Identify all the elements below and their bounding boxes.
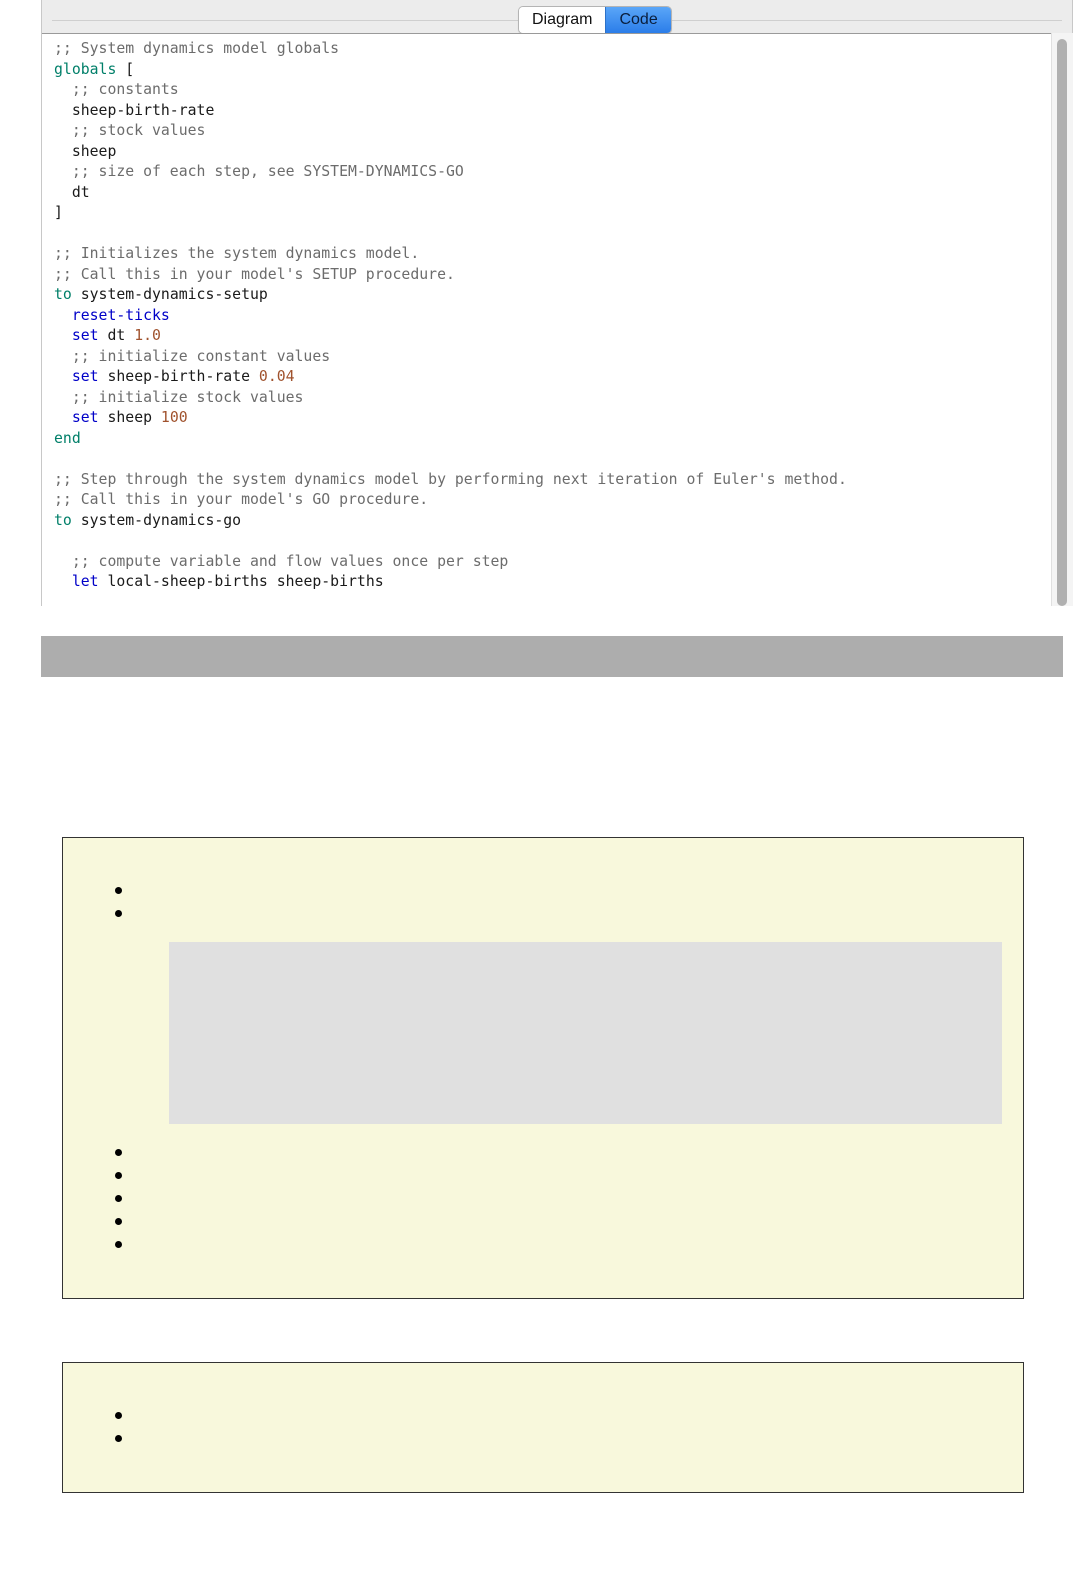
code-token-plain: local-sheep-births sheep-births — [98, 573, 384, 590]
list-item — [115, 1172, 122, 1179]
code-token-comment: ;; stock values — [54, 122, 206, 139]
code-line: ;; compute variable and flow values once… — [54, 552, 1051, 573]
list-item — [115, 1149, 122, 1156]
code-token-plain: ] — [54, 204, 63, 221]
code-token-command: set — [71, 368, 99, 385]
code-token-comment: ;; Call this in your model's SETUP proce… — [54, 265, 455, 283]
code-token-keyword: globals — [54, 60, 117, 78]
code-token-command: reset-ticks — [71, 306, 170, 324]
code-token-comment: ;; initialize stock values — [54, 388, 304, 406]
code-token-comment: ;; initialize constant values — [54, 347, 331, 365]
code-line: end — [54, 429, 1051, 450]
code-line: set sheep-birth-rate 0.04 — [54, 367, 1051, 388]
list-item — [115, 887, 122, 894]
list-item — [115, 1412, 122, 1419]
code-line: ;; initialize stock values — [54, 388, 1051, 409]
code-token-plain: sheep — [98, 409, 161, 426]
code-token-command: let — [71, 573, 99, 590]
code-editor-window: Diagram Code ;; System dynamics model gl… — [41, 0, 1073, 607]
code-line: ;; stock values — [54, 121, 1051, 142]
code-block-placeholder — [169, 942, 1002, 1124]
code-line: ;; System dynamics model globals — [54, 39, 1051, 60]
list-item — [115, 1195, 122, 1202]
code-line: ;; Step through the system dynamics mode… — [54, 470, 1051, 491]
code-line: ;; constants — [54, 80, 1051, 101]
code-token-number: 100 — [160, 409, 188, 426]
scrollbar-thumb[interactable] — [1057, 39, 1067, 606]
code-line: set sheep 100 — [54, 408, 1051, 429]
code-token-number: 0.04 — [258, 368, 295, 385]
code-line: ;; Initializes the system dynamics model… — [54, 244, 1051, 265]
code-token-command: set — [71, 327, 99, 344]
code-line: sheep-birth-rate — [54, 101, 1051, 122]
code-line: ;; size of each step, see SYSTEM-DYNAMIC… — [54, 162, 1051, 183]
list-item — [115, 910, 122, 917]
code-token-plain: sheep-birth-rate — [98, 368, 259, 385]
code-token-comment: ;; Step through the system dynamics mode… — [54, 470, 847, 488]
code-token-comment: ;; Initializes the system dynamics model… — [54, 245, 420, 262]
code-token-comment: ;; size of each step, see SYSTEM-DYNAMIC… — [54, 163, 464, 180]
vertical-scrollbar[interactable] — [1051, 33, 1073, 606]
note-box-secondary — [62, 1362, 1024, 1493]
code-token-plain: dt — [54, 183, 90, 201]
code-line: dt — [54, 183, 1051, 204]
tab-diagram[interactable]: Diagram — [519, 7, 606, 33]
tab-code[interactable]: Code — [605, 7, 671, 33]
code-token-plain: [ — [116, 60, 135, 78]
code-token-plain: sheep — [54, 142, 117, 160]
code-line: to system-dynamics-setup — [54, 285, 1051, 306]
view-tab-switcher: Diagram Code — [518, 6, 672, 34]
code-token-plain: system-dynamics-go — [71, 511, 242, 529]
code-token-comment: ;; Call this in your model's GO procedur… — [54, 491, 429, 508]
code-line: reset-ticks — [54, 306, 1051, 327]
code-line: ;; Call this in your model's GO procedur… — [54, 490, 1051, 511]
code-line: to system-dynamics-go — [54, 511, 1051, 532]
code-line: ] — [54, 203, 1051, 224]
code-line: let local-sheep-births sheep-births — [54, 572, 1051, 593]
code-token-command: set — [71, 409, 99, 426]
code-content: ;; System dynamics model globals globals … — [42, 34, 1051, 593]
note-box-primary — [62, 837, 1024, 1299]
list-item — [115, 1218, 122, 1225]
gray-header-bar — [41, 636, 1063, 677]
code-token-keyword: end — [54, 429, 81, 447]
code-text-area[interactable]: ;; System dynamics model globals globals … — [42, 33, 1051, 607]
code-token-comment: ;; compute variable and flow values once… — [54, 552, 509, 570]
code-line: ;; initialize constant values — [54, 347, 1051, 368]
code-token-keyword: to — [54, 511, 72, 529]
code-token-plain: system-dynamics-setup — [71, 286, 268, 303]
code-token-plain: dt — [98, 327, 135, 344]
code-token-comment: ;; System dynamics model globals — [54, 40, 340, 57]
code-line: set dt 1.0 — [54, 326, 1051, 347]
code-token-plain: sheep-birth-rate — [54, 101, 215, 119]
list-item — [115, 1241, 122, 1248]
code-line: ;; Call this in your model's SETUP proce… — [54, 265, 1051, 286]
code-line: globals [ — [54, 60, 1051, 81]
code-token-comment: ;; constants — [54, 81, 179, 98]
list-item — [115, 1435, 122, 1442]
code-line: sheep — [54, 142, 1051, 163]
code-token-number: 1.0 — [134, 327, 161, 344]
code-token-keyword: to — [54, 286, 72, 303]
